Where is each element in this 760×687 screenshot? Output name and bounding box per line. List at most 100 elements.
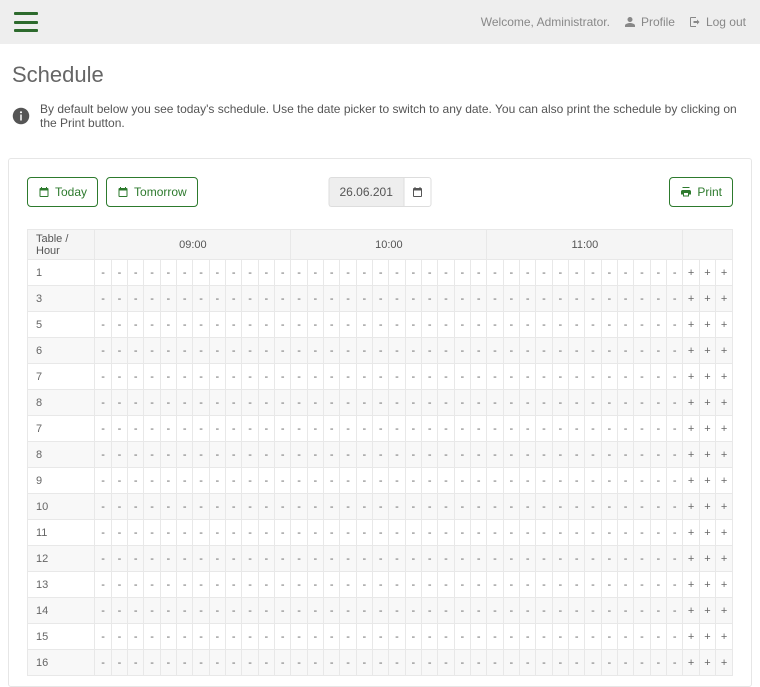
slot-empty[interactable]: - — [373, 494, 389, 520]
slot-empty[interactable]: - — [487, 416, 503, 442]
slot-empty[interactable]: - — [601, 468, 617, 494]
slot-empty[interactable]: - — [242, 260, 258, 286]
slot-empty[interactable]: - — [470, 442, 486, 468]
slot-empty[interactable]: - — [242, 312, 258, 338]
slot-empty[interactable]: - — [128, 260, 144, 286]
slot-empty[interactable]: - — [389, 598, 405, 624]
slot-empty[interactable]: - — [405, 572, 421, 598]
slot-empty[interactable]: - — [520, 650, 536, 676]
slot-add[interactable]: + — [683, 546, 699, 572]
slot-empty[interactable]: - — [617, 624, 633, 650]
slot-empty[interactable]: - — [520, 520, 536, 546]
slot-empty[interactable]: - — [650, 364, 666, 390]
date-input[interactable] — [329, 177, 404, 207]
slot-add[interactable]: + — [699, 312, 715, 338]
slot-empty[interactable]: - — [356, 468, 372, 494]
slot-empty[interactable]: - — [177, 546, 193, 572]
slot-add[interactable]: + — [699, 416, 715, 442]
slot-empty[interactable]: - — [552, 442, 568, 468]
slot-empty[interactable]: - — [585, 312, 601, 338]
slot-empty[interactable]: - — [128, 598, 144, 624]
slot-empty[interactable]: - — [634, 520, 650, 546]
slot-empty[interactable]: - — [454, 468, 470, 494]
slot-empty[interactable]: - — [536, 416, 552, 442]
slot-empty[interactable]: - — [275, 572, 291, 598]
slot-empty[interactable]: - — [634, 494, 650, 520]
slot-add[interactable]: + — [716, 598, 733, 624]
slot-empty[interactable]: - — [275, 260, 291, 286]
slot-add[interactable]: + — [716, 546, 733, 572]
slot-empty[interactable]: - — [144, 494, 160, 520]
slot-empty[interactable]: - — [209, 520, 225, 546]
slot-empty[interactable]: - — [617, 494, 633, 520]
slot-empty[interactable]: - — [307, 546, 323, 572]
slot-empty[interactable]: - — [454, 520, 470, 546]
slot-empty[interactable]: - — [634, 468, 650, 494]
slot-empty[interactable]: - — [324, 598, 340, 624]
slot-empty[interactable]: - — [258, 416, 274, 442]
slot-empty[interactable]: - — [275, 624, 291, 650]
slot-empty[interactable]: - — [601, 598, 617, 624]
slot-empty[interactable]: - — [503, 390, 519, 416]
profile-link[interactable]: Profile — [624, 15, 675, 29]
slot-empty[interactable]: - — [209, 494, 225, 520]
slot-empty[interactable]: - — [291, 520, 307, 546]
slot-empty[interactable]: - — [405, 650, 421, 676]
slot-empty[interactable]: - — [454, 260, 470, 286]
slot-empty[interactable]: - — [160, 260, 176, 286]
slot-empty[interactable]: - — [160, 442, 176, 468]
slot-empty[interactable]: - — [666, 520, 683, 546]
slot-empty[interactable]: - — [258, 286, 274, 312]
slot-empty[interactable]: - — [373, 520, 389, 546]
slot-empty[interactable]: - — [552, 546, 568, 572]
slot-empty[interactable]: - — [666, 468, 683, 494]
slot-empty[interactable]: - — [226, 624, 242, 650]
slot-empty[interactable]: - — [242, 572, 258, 598]
slot-empty[interactable]: - — [340, 286, 356, 312]
slot-empty[interactable]: - — [307, 442, 323, 468]
slot-empty[interactable]: - — [438, 312, 454, 338]
slot-empty[interactable]: - — [242, 364, 258, 390]
slot-empty[interactable]: - — [520, 624, 536, 650]
slot-empty[interactable]: - — [666, 312, 683, 338]
slot-empty[interactable]: - — [454, 494, 470, 520]
slot-empty[interactable]: - — [307, 598, 323, 624]
slot-empty[interactable]: - — [340, 260, 356, 286]
slot-empty[interactable]: - — [258, 312, 274, 338]
slot-empty[interactable]: - — [226, 598, 242, 624]
slot-empty[interactable]: - — [422, 260, 438, 286]
slot-empty[interactable]: - — [209, 286, 225, 312]
slot-empty[interactable]: - — [503, 546, 519, 572]
slot-empty[interactable]: - — [536, 546, 552, 572]
slot-empty[interactable]: - — [128, 338, 144, 364]
slot-empty[interactable]: - — [193, 650, 209, 676]
slot-empty[interactable]: - — [144, 546, 160, 572]
slot-add[interactable]: + — [683, 468, 699, 494]
slot-empty[interactable]: - — [536, 338, 552, 364]
slot-empty[interactable]: - — [470, 338, 486, 364]
slot-empty[interactable]: - — [438, 286, 454, 312]
slot-empty[interactable]: - — [405, 442, 421, 468]
slot-empty[interactable]: - — [226, 650, 242, 676]
slot-empty[interactable]: - — [160, 312, 176, 338]
slot-empty[interactable]: - — [242, 624, 258, 650]
slot-empty[interactable]: - — [601, 442, 617, 468]
slot-empty[interactable]: - — [144, 364, 160, 390]
slot-empty[interactable]: - — [373, 572, 389, 598]
slot-empty[interactable]: - — [454, 390, 470, 416]
slot-empty[interactable]: - — [242, 416, 258, 442]
slot-empty[interactable]: - — [324, 364, 340, 390]
slot-empty[interactable]: - — [128, 572, 144, 598]
slot-empty[interactable]: - — [275, 546, 291, 572]
slot-empty[interactable]: - — [650, 650, 666, 676]
slot-empty[interactable]: - — [389, 650, 405, 676]
slot-empty[interactable]: - — [340, 520, 356, 546]
slot-empty[interactable]: - — [617, 364, 633, 390]
slot-add[interactable]: + — [699, 260, 715, 286]
slot-empty[interactable]: - — [209, 390, 225, 416]
slot-empty[interactable]: - — [373, 598, 389, 624]
slot-empty[interactable]: - — [552, 650, 568, 676]
slot-empty[interactable]: - — [454, 364, 470, 390]
slot-empty[interactable]: - — [422, 416, 438, 442]
slot-empty[interactable]: - — [601, 364, 617, 390]
